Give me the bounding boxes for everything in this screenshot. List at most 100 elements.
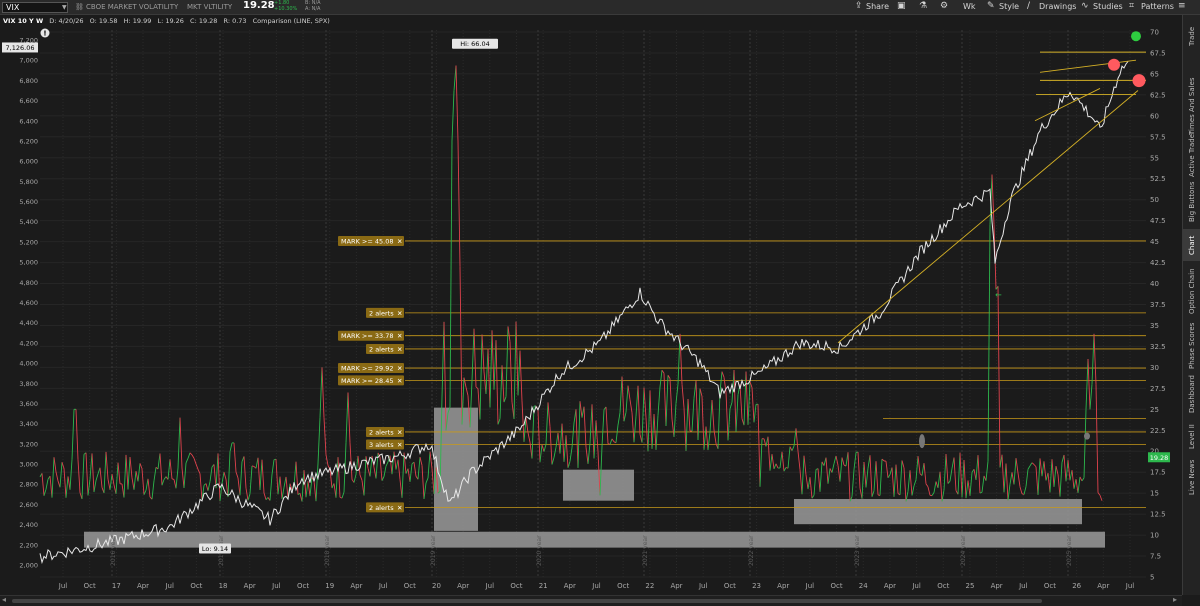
right-axis-tick: 17.5 (1150, 469, 1166, 477)
drawings-button[interactable]: Drawings (1039, 2, 1076, 12)
rail-tab-big-buttons[interactable]: Big Buttons (1183, 177, 1200, 227)
x-axis-label: 20 (432, 582, 441, 590)
horizontal-scrollbar[interactable]: ◂ ▸ (0, 595, 1182, 606)
bar-open: O: 19.58 (89, 17, 118, 25)
x-axis-label: 21 (539, 582, 548, 590)
top-toolbar: VIX ▼ ⛓ CBOE MARKET VOLATILITY MKT VLTIL… (0, 0, 1200, 15)
alert-close-icon: ✕ (397, 237, 402, 245)
x-axis-label: Oct (84, 582, 96, 590)
left-axis-tick: 6,800 (19, 77, 38, 85)
right-axis-tick: 40 (1150, 280, 1159, 288)
aggregation-wk-button[interactable]: Wk (963, 2, 976, 12)
right-axis-tick: 45 (1150, 238, 1159, 246)
style-icon[interactable]: ✎ (987, 1, 995, 11)
support-zone-bottom (84, 531, 1105, 548)
symbol-dropdown-icon[interactable]: ▼ (62, 3, 67, 12)
right-axis-tick: 52.5 (1150, 175, 1166, 183)
alert-close-icon: ✕ (397, 332, 402, 340)
red-dot-marker (1132, 74, 1146, 88)
left-axis-tick: 5,800 (19, 178, 38, 186)
gear-icon[interactable]: ⚙ (940, 1, 948, 11)
x-axis-label: Apr (1097, 582, 1109, 590)
x-axis-label: Oct (510, 582, 522, 590)
scroll-thumb[interactable] (12, 599, 1042, 603)
left-axis-tick: 6,400 (19, 117, 38, 125)
alert-close-icon: ✕ (397, 309, 402, 317)
scroll-left-icon[interactable]: ◂ (2, 595, 6, 604)
x-axis-label: Jul (698, 582, 708, 590)
x-axis-label: Oct (724, 582, 736, 590)
rail-tab-option-chain[interactable]: Option Chain (1183, 263, 1200, 319)
price-chart[interactable]: MARK >= 45.08 ✕2 alerts ✕MARK >= 33.78 ✕2 a… (0, 26, 1182, 595)
rail-tab-level-ii[interactable]: Level II (1183, 419, 1200, 455)
alert-badge-label: MARK >= 29.92 (341, 365, 393, 373)
rail-tab-live-news[interactable]: Live News (1183, 457, 1200, 497)
right-axis-tick: 55 (1150, 154, 1159, 162)
left-axis-tick: 3,200 (19, 440, 38, 448)
symbol-link-icon[interactable]: ⛓ (75, 3, 84, 12)
studies-icon[interactable]: ∿ (1081, 1, 1089, 11)
x-axis-label: Jul (911, 582, 921, 590)
exchange-label: MKT VLTILITY (187, 3, 233, 11)
right-axis-tick: 70 (1150, 29, 1159, 37)
symbol-input[interactable]: VIX ▼ (2, 2, 68, 13)
bar-low: L: 19.26 (157, 17, 184, 25)
price-badge-label: 19.28 (1150, 454, 1169, 462)
rail-tab-active-trader[interactable]: Active Trader (1183, 125, 1200, 183)
right-axis-tick: 25 (1150, 406, 1159, 414)
year-marker-label: 2021 year (642, 535, 649, 566)
bar-high: H: 19.99 (123, 17, 152, 25)
year-marker-label: 2025 year (1066, 535, 1073, 566)
flask-icon[interactable]: ⚗ (919, 1, 927, 11)
style-button[interactable]: Style (999, 2, 1019, 12)
x-axis-label: Apr (137, 582, 149, 590)
low-label-text: Lo: 9.14 (202, 545, 228, 553)
alert-close-icon: ✕ (397, 377, 402, 385)
right-axis-tick: 35 (1150, 322, 1159, 330)
grey-marker (919, 434, 925, 449)
share-icon[interactable]: ⇪ (855, 1, 863, 11)
rail-tab-trade[interactable]: Trade (1183, 17, 1200, 55)
alert-badge-label: 2 alerts (369, 504, 394, 512)
chart-layout-icon[interactable]: ▣ (897, 1, 906, 11)
patterns-icon[interactable]: ⌗ (1129, 1, 1134, 11)
right-axis-tick: 12.5 (1150, 511, 1166, 519)
menu-icon[interactable]: ≡ (1178, 1, 1186, 11)
x-axis-label: Jul (271, 582, 281, 590)
right-axis-tick: 47.5 (1150, 217, 1166, 225)
symbol-input-value: VIX (6, 3, 20, 12)
share-button[interactable]: Share (866, 2, 889, 12)
left-axis-tick: 6,200 (19, 137, 38, 145)
left-axis-tick: 2,200 (19, 541, 38, 549)
x-axis-label: Oct (404, 582, 416, 590)
left-axis-tick: 4,800 (19, 279, 38, 287)
x-axis-label: Jul (591, 582, 601, 590)
rail-tab-chart[interactable]: Chart (1183, 229, 1200, 261)
red-dot-marker (1108, 58, 1120, 71)
x-axis-label: Oct (1044, 582, 1056, 590)
x-axis-label: Apr (670, 582, 682, 590)
alert-badge-label: 2 alerts (369, 309, 394, 317)
year-marker-label: 2016 year (110, 535, 117, 566)
right-axis-tick: 22.5 (1150, 427, 1166, 435)
rail-tab-phase-scores[interactable]: Phase Scores (1183, 320, 1200, 372)
alert-badge-label: MARK >= 28.45 (341, 377, 393, 385)
right-axis-tick: 62.5 (1150, 91, 1166, 99)
x-axis-label: 19 (325, 582, 334, 590)
left-axis-tick: 6,000 (19, 158, 38, 166)
rail-tab-dashboard[interactable]: Dashboard (1183, 372, 1200, 416)
studies-button[interactable]: Studies (1093, 2, 1123, 12)
zone-2023-2025 (794, 499, 1082, 525)
high-label-text: Hi: 66.04 (460, 40, 490, 48)
x-axis-label: Jul (805, 582, 815, 590)
scroll-right-icon[interactable]: ▸ (1173, 595, 1177, 604)
patterns-button[interactable]: Patterns (1141, 2, 1174, 12)
drawings-icon[interactable]: ∕ (1027, 1, 1030, 11)
percent-change: +10.30% (274, 6, 298, 12)
left-axis-tick: 3,600 (19, 400, 38, 408)
year-marker-label: 2022 year (748, 535, 755, 566)
alert-badge-label: MARK >= 33.78 (341, 332, 393, 340)
x-axis-label: Apr (350, 582, 362, 590)
left-axis-tick: 5,400 (19, 218, 38, 226)
right-axis-tick: 27.5 (1150, 385, 1166, 393)
